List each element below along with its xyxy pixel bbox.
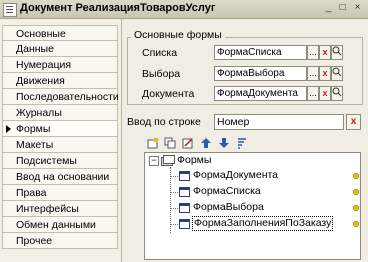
sidebar-nav: Основные Данные Нумерация Движения После… [0, 19, 122, 262]
form-document-icon [179, 171, 190, 181]
list-form-clear-button[interactable]: x [319, 45, 331, 60]
nav-item-sequences[interactable]: Последовательности [2, 89, 119, 105]
close-icon[interactable]: × [351, 2, 364, 14]
document-form-select-button[interactable]: ... [307, 86, 319, 101]
nav-item-numbering[interactable]: Нумерация [2, 57, 118, 73]
move-up-arrow-icon[interactable] [200, 137, 212, 149]
document-form-label: Документа [142, 88, 195, 100]
nav-item-journals[interactable]: Журналы [2, 105, 118, 121]
tree-connector [170, 224, 178, 225]
magnifier-icon [332, 87, 342, 97]
magnifier-icon [332, 46, 342, 56]
list-form-field[interactable]: ФормаСписка [214, 45, 307, 60]
nav-item-main[interactable]: Основные [2, 25, 118, 41]
nav-item-data-exchange[interactable]: Обмен данными [2, 217, 118, 233]
main-forms-group-title: Основные формы [131, 29, 225, 41]
tree-item-list-form[interactable]: ФормаСписка [193, 185, 261, 198]
copy-form-icon[interactable] [164, 137, 176, 149]
choice-form-label: Выбора [142, 68, 181, 80]
document-window: Документ РеализацияТоваровУслуг _ □ × Ос… [0, 0, 368, 262]
tree-item-fill-by-order-form[interactable]: ФормаЗаполненияПоЗаказу [192, 216, 334, 231]
input-by-string-clear-button[interactable]: x [346, 114, 361, 130]
minimize-icon[interactable]: _ [322, 2, 335, 14]
window-title: Документ РеализацияТоваровУслуг [20, 2, 216, 14]
move-down-arrow-icon[interactable] [218, 137, 230, 149]
nav-item-interfaces[interactable]: Интерфейсы [2, 201, 118, 217]
input-by-string-field[interactable]: Номер [214, 114, 344, 130]
title-bar: Документ РеализацияТоваровУслуг _ □ × [0, 0, 368, 19]
form-status-icon [353, 189, 359, 195]
choice-form-clear-button[interactable]: x [319, 66, 331, 81]
nav-item-data[interactable]: Данные [2, 41, 118, 57]
tree-item-choice-form[interactable]: ФормаВыбора [193, 201, 264, 214]
list-form-label: Списка [142, 47, 178, 59]
tree-root-forms[interactable]: Формы [177, 154, 211, 167]
selected-arrow-icon [6, 125, 11, 133]
choice-form-select-button[interactable]: ... [307, 66, 319, 81]
nav-item-forms-label: Формы [16, 123, 51, 135]
input-by-string-label: Ввод по строке [127, 116, 201, 128]
list-form-open-button[interactable] [331, 45, 343, 60]
nav-item-rights[interactable]: Права [2, 185, 118, 201]
tree-item-document-form[interactable]: ФормаДокумента [193, 169, 278, 182]
maximize-icon[interactable]: □ [336, 2, 349, 14]
nav-item-forms[interactable]: Формы [2, 121, 118, 137]
nav-item-other[interactable]: Прочее [2, 233, 118, 249]
nav-item-subsystems[interactable]: Подсистемы [2, 153, 118, 169]
edit-form-icon[interactable] [182, 137, 194, 149]
form-list-icon [179, 187, 190, 197]
choice-form-field[interactable]: ФормаВыбора [214, 66, 307, 81]
nav-item-movements[interactable]: Движения [2, 73, 118, 89]
form-status-icon [353, 221, 359, 227]
collapse-toggle-icon[interactable]: − [149, 156, 159, 166]
form-status-icon [353, 173, 359, 179]
sort-list-icon[interactable] [236, 137, 248, 149]
nav-item-templates[interactable]: Макеты [2, 137, 118, 153]
add-form-icon[interactable] [147, 137, 159, 149]
document-icon [3, 3, 17, 17]
forms-tree[interactable]: − Формы ФормаДокумента ФормаСписка Форма… [144, 152, 361, 260]
list-form-select-button[interactable]: ... [307, 45, 319, 60]
form-fill-by-order-icon [179, 219, 190, 229]
tree-connector [170, 192, 178, 193]
forms-folder-icon [161, 155, 175, 166]
magnifier-icon [332, 67, 342, 77]
document-form-clear-button[interactable]: x [319, 86, 331, 101]
nav-item-input-based[interactable]: Ввод на основании [2, 169, 118, 185]
form-choice-icon [179, 203, 190, 213]
document-form-field[interactable]: ФормаДокумента [214, 86, 307, 101]
choice-form-open-button[interactable] [331, 66, 343, 81]
form-status-icon [353, 205, 359, 211]
tree-connector [170, 208, 178, 209]
tree-connector [170, 176, 178, 177]
document-form-open-button[interactable] [331, 86, 343, 101]
